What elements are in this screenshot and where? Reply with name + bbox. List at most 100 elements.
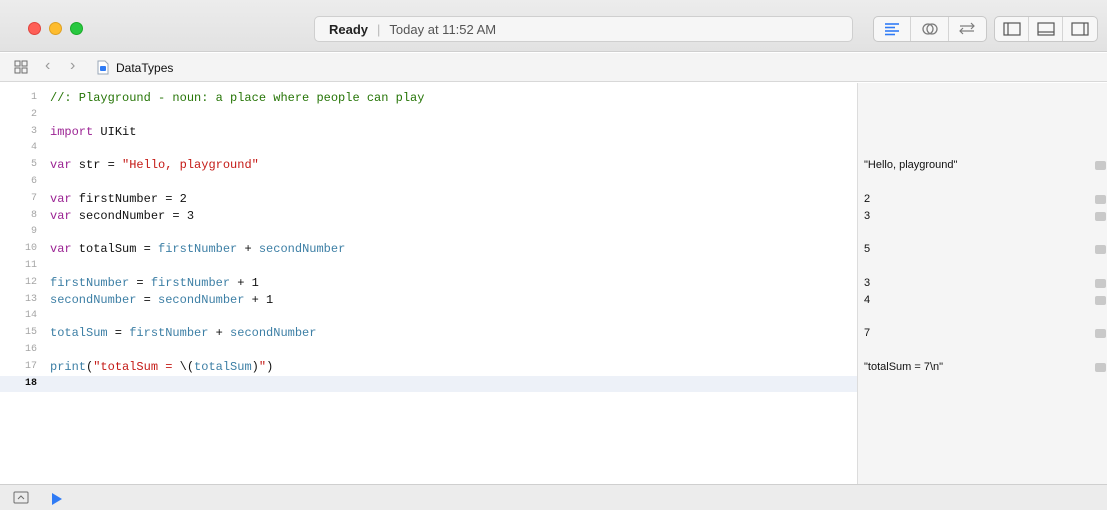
line-number: 3: [30, 125, 37, 137]
code-token: ): [251, 359, 259, 374]
code-token: +: [237, 242, 259, 257]
code-token: + 1: [230, 275, 259, 290]
code-token: var: [50, 242, 72, 257]
debug-area-icon: [13, 491, 29, 504]
code-token: + 1: [244, 292, 274, 307]
quick-look-icon[interactable]: [1095, 362, 1106, 372]
quick-look-icon[interactable]: [1095, 295, 1106, 305]
result-value: 7: [864, 327, 871, 340]
code-token: =: [129, 275, 151, 290]
code-text: var firstNumber = 2: [50, 191, 187, 208]
code-line[interactable]: 6: [0, 174, 857, 191]
code-text: import UIKit: [50, 124, 136, 141]
toggle-debug-area-button[interactable]: [1029, 17, 1063, 41]
close-window-button[interactable]: [28, 22, 41, 35]
code-line[interactable]: 16: [0, 342, 857, 359]
result-value: "totalSum = 7\n": [864, 360, 944, 373]
code-token: print: [50, 359, 87, 374]
run-playground-button[interactable]: [51, 492, 63, 510]
quick-look-icon[interactable]: [1095, 161, 1106, 171]
code-token: secondNumber = 3: [71, 208, 195, 223]
code-token: ): [266, 359, 274, 374]
version-editor-button[interactable]: [949, 17, 986, 41]
code-line[interactable]: 5 var str = "Hello, playground": [0, 157, 857, 174]
result-value: 3: [864, 276, 871, 289]
quick-look-icon[interactable]: [1095, 211, 1106, 221]
status-divider: |: [377, 21, 381, 37]
code-token: UIKit: [93, 124, 137, 139]
quick-look-icon[interactable]: [1095, 329, 1106, 339]
code-line[interactable]: 15 totalSum = firstNumber + secondNumber: [0, 325, 857, 342]
code-line[interactable]: 4: [0, 140, 857, 157]
standard-editor-button[interactable]: [874, 17, 912, 41]
line-number: 1: [30, 92, 37, 103]
line-number: 8: [30, 209, 37, 221]
result-value: 2: [864, 192, 871, 205]
line-number: 13: [24, 293, 37, 305]
code-token: \(: [179, 359, 195, 374]
toggle-utilities-button[interactable]: [1063, 17, 1097, 41]
source-editor[interactable]: 1 //: Playground - noun: a place where pe…: [0, 83, 857, 484]
result-value: "Hello, playground": [864, 159, 958, 172]
code-text: firstNumber = firstNumber + 1: [50, 275, 259, 292]
code-text: totalSum = firstNumber + secondNumber: [50, 325, 316, 342]
code-token: ": [258, 359, 267, 374]
assistant-editor-button[interactable]: [911, 17, 949, 41]
code-text: //: Playground - noun: a place where peo…: [50, 90, 424, 107]
quick-look-icon[interactable]: [1095, 245, 1106, 255]
zoom-window-button[interactable]: [70, 22, 83, 35]
minimize-window-button[interactable]: [49, 22, 62, 35]
code-line[interactable]: 14: [0, 308, 857, 325]
line-number: 18: [24, 377, 37, 389]
code-token: totalSum: [194, 359, 252, 374]
related-items-button[interactable]: [14, 60, 28, 79]
line-number: 6: [30, 176, 37, 187]
code-line[interactable]: 1 //: Playground - noun: a place where pe…: [0, 90, 857, 107]
quick-look-icon[interactable]: [1095, 278, 1106, 288]
code-line[interactable]: 17 print("totalSum = \(totalSum)"): [0, 359, 857, 376]
code-token: str =: [71, 158, 123, 173]
line-number: 17: [24, 360, 37, 372]
code-token: firstNumber: [150, 275, 231, 290]
code-line[interactable]: 9: [0, 224, 857, 241]
forward-button[interactable]: ›: [70, 57, 75, 75]
grid-icon: [14, 60, 28, 74]
code-line[interactable]: 18: [0, 375, 857, 393]
code-token: =: [136, 292, 159, 307]
line-number: 5: [30, 159, 37, 171]
line-number: 2: [30, 108, 37, 120]
assistant-editor-icon: [921, 23, 938, 35]
play-icon: [52, 493, 62, 505]
code-line[interactable]: 3 import UIKit: [0, 124, 857, 141]
code-text: var totalSum = firstNumber + secondNumbe…: [50, 241, 345, 258]
code-text: var str = "Hello, playground": [50, 157, 259, 174]
code-line[interactable]: 12 firstNumber = firstNumber + 1: [0, 275, 857, 292]
activity-status: Ready | Today at 11:52 AM: [314, 16, 853, 42]
code-token: =: [107, 326, 130, 341]
back-button[interactable]: ‹: [45, 57, 50, 75]
code-text: print("totalSum = \(totalSum)"): [50, 359, 273, 376]
code-line[interactable]: 11: [0, 258, 857, 275]
code-token: var: [50, 158, 72, 173]
code-token: secondNumber: [158, 292, 245, 307]
code-line[interactable]: 8 var secondNumber = 3: [0, 208, 857, 225]
jump-bar: ‹ › DataTypes: [0, 53, 1107, 82]
chevron-right-icon: ›: [70, 57, 76, 74]
code-text: var secondNumber = 3: [50, 208, 194, 225]
result-value: 4: [864, 293, 871, 306]
code-line[interactable]: 7 var firstNumber = 2: [0, 191, 857, 208]
quick-look-icon[interactable]: [1095, 194, 1106, 204]
code-token: secondNumber: [258, 242, 346, 257]
results-sidebar: "Hello, playground" 2 3 5 3 4 7 "totalSum = 7\n…: [857, 83, 1107, 484]
code-line[interactable]: 13 secondNumber = secondNumber + 1: [0, 292, 857, 309]
breadcrumb-file-name[interactable]: DataTypes: [116, 61, 173, 75]
code-token: totalSum =: [71, 242, 159, 257]
code-token: firstNumber = 2: [71, 191, 187, 206]
code-line[interactable]: 10 var totalSum = firstNumber + secondNum…: [0, 241, 857, 258]
show-debug-area-button[interactable]: [13, 491, 29, 509]
code-line[interactable]: 2: [0, 107, 857, 124]
code-token: firstNumber: [129, 326, 209, 341]
toggle-navigator-button[interactable]: [995, 17, 1029, 41]
line-number: 16: [24, 344, 37, 355]
code-token: firstNumber: [50, 275, 130, 290]
